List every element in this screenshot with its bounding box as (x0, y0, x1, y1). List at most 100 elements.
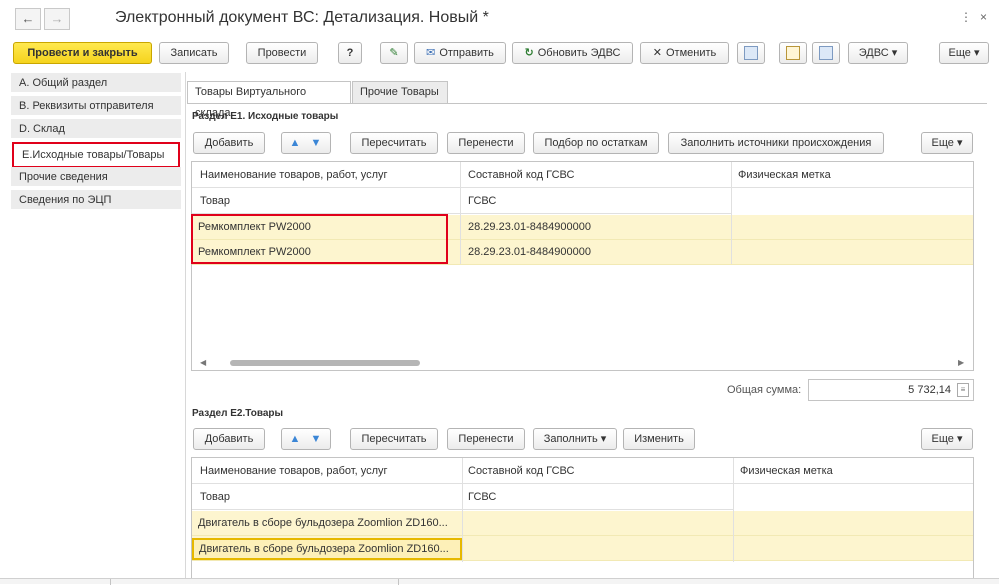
e1-move-button[interactable]: Перенести (447, 132, 525, 154)
scroll-thumb[interactable] (230, 360, 420, 366)
send-label: Отправить (439, 47, 494, 59)
e2-add-button[interactable]: Добавить (193, 428, 265, 450)
edit-button[interactable]: ✎ (380, 42, 408, 64)
send-button[interactable]: ✉ Отправить (414, 42, 506, 64)
sidebar-item-warehouse[interactable]: D. Склад (11, 119, 181, 139)
e1-add-button[interactable]: Добавить (193, 132, 265, 154)
print-button[interactable] (737, 42, 765, 64)
e2-subheader-row: Товар ГСВС (192, 484, 734, 510)
e2-move-button[interactable]: Перенести (447, 428, 525, 450)
e1-col-name[interactable]: Наименование товаров, работ, услуг (200, 169, 388, 181)
more-menu-icon[interactable]: ⋮ (960, 10, 972, 24)
e2-more-label: Еще (931, 433, 954, 445)
e1-col-divider (731, 162, 732, 264)
sidebar-item-other-info[interactable]: Прочие сведения (11, 167, 181, 187)
page-title: Электронный документ ВС: Детализация. Но… (115, 9, 489, 26)
cancel-label: Отменить (665, 47, 717, 59)
chevron-down-icon: ▾ (956, 137, 963, 149)
chevron-down-icon: ▾ (600, 433, 607, 445)
sidebar-item-general[interactable]: А. Общий раздел (11, 73, 181, 93)
e2-fill-label: Заполнить (543, 433, 598, 445)
e1-header-row: Наименование товаров, работ, услуг Соста… (192, 162, 973, 188)
e1-move-arrows: ▲ ▼ (281, 132, 331, 154)
e1-col-mark[interactable]: Физическая метка (738, 169, 831, 181)
e2-more-button[interactable]: Еще ▾ (921, 428, 973, 450)
sidebar-item-sender[interactable]: B. Реквизиты отправителя (11, 96, 181, 116)
back-button[interactable]: ← (15, 8, 41, 30)
tab-divider (187, 103, 987, 104)
tab-virtual-warehouse[interactable]: Товары Виртуального склада (187, 81, 351, 119)
scroll-left-icon[interactable]: ◀ (200, 358, 206, 367)
selected-cell[interactable]: Двигатель в сборе бульдозера Zoomlion ZD… (192, 538, 462, 560)
help-button[interactable]: ? (338, 42, 362, 64)
refresh-label: Обновить ЭДВС (537, 47, 621, 59)
chevron-down-icon: ▾ (891, 47, 898, 59)
cancel-button[interactable]: ✕ Отменить (640, 42, 729, 64)
refresh-edvs-button[interactable]: ↻ Обновить ЭДВС (512, 42, 633, 64)
refresh-icon: ↻ (524, 47, 534, 59)
report-button[interactable] (812, 42, 840, 64)
e2-change-button[interactable]: Изменить (623, 428, 695, 450)
status-divider (398, 579, 399, 585)
sort-button[interactable] (779, 42, 807, 64)
table-row[interactable]: Двигатель в сборе бульдозера Zoomlion ZD… (192, 511, 973, 536)
e2-col-code[interactable]: Составной код ГСВС (468, 465, 574, 477)
arrow-down-icon[interactable]: ▼ (310, 137, 322, 149)
pencil-icon: ✎ (389, 47, 399, 59)
scroll-right-icon[interactable]: ▶ (958, 358, 964, 367)
e1-col-code[interactable]: Составной код ГСВС (468, 169, 574, 181)
e1-recalc-button[interactable]: Пересчитать (350, 132, 438, 154)
e1-table: Наименование товаров, работ, услуг Соста… (191, 161, 974, 371)
report-icon (819, 46, 833, 61)
forward-button[interactable]: → (44, 8, 70, 30)
more-button[interactable]: Еще ▾ (939, 42, 989, 64)
e2-subcol-goods: Товар (200, 491, 230, 503)
close-icon[interactable]: × (980, 10, 987, 24)
e2-row1-name: Двигатель в сборе бульдозера Zoomlion ZD… (198, 517, 448, 529)
more-label: Еще (948, 47, 971, 59)
highlight-box (191, 214, 448, 264)
e2-header-row: Наименование товаров, работ, услуг Соста… (192, 458, 973, 484)
e1-more-label: Еще (931, 137, 954, 149)
total-value: 5 732,14 (908, 384, 951, 396)
edvs-label: ЭДВС (858, 47, 889, 59)
tab-other-goods[interactable]: Прочие Товары (352, 81, 448, 103)
e1-subcol-goods: Товар (200, 195, 230, 207)
post-and-close-button[interactable]: Провести и закрыть (13, 42, 152, 64)
status-bar (0, 578, 999, 585)
e1-fill-sources-button[interactable]: Заполнить источники происхождения (668, 132, 884, 154)
title-bar: ← → Электронный документ ВС: Детализация… (0, 0, 999, 40)
edvs-dropdown[interactable]: ЭДВС ▾ (848, 42, 908, 64)
sidebar-item-signature-info[interactable]: Сведения по ЭЦП (11, 190, 181, 210)
e2-subcol-gsvs: ГСВС (468, 491, 497, 503)
e2-fill-dropdown[interactable]: Заполнить ▾ (533, 428, 617, 450)
e1-hscrollbar[interactable]: ◀ ▶ (192, 358, 973, 368)
e1-pick-button[interactable]: Подбор по остаткам (533, 132, 659, 154)
post-button[interactable]: Провести (246, 42, 318, 64)
sort-az-icon (786, 46, 800, 61)
e2-move-arrows: ▲ ▼ (281, 428, 331, 450)
e2-col-divider (462, 458, 463, 562)
arrow-up-icon[interactable]: ▲ (289, 137, 301, 149)
arrow-right-icon: → (50, 11, 64, 26)
save-button[interactable]: Записать (159, 42, 229, 64)
arrow-left-icon: ← (21, 11, 35, 26)
e2-recalc-button[interactable]: Пересчитать (350, 428, 438, 450)
arrow-up-icon[interactable]: ▲ (289, 433, 301, 445)
section-e2-title: Раздел Е2.Товары (192, 408, 284, 419)
status-divider (110, 579, 111, 585)
calculator-icon[interactable]: ≡ (957, 383, 969, 397)
chevron-down-icon: ▾ (956, 433, 963, 445)
e2-row2-name: Двигатель в сборе бульдозера Zoomlion ZD… (199, 543, 449, 555)
section-e1-title: Раздел Е1. Исходные товары (192, 111, 339, 122)
table-row[interactable]: Двигатель в сборе бульдозера Zoomlion ZD… (192, 536, 973, 561)
e1-more-button[interactable]: Еще ▾ (921, 132, 973, 154)
send-icon: ✉ (426, 47, 436, 59)
e1-subheader-row: Товар ГСВС (192, 188, 732, 214)
arrow-down-icon[interactable]: ▼ (310, 433, 322, 445)
sidebar-item-source-goods[interactable]: E.Исходные товары/Товары (12, 142, 180, 168)
total-field: 5 732,14 ≡ (808, 379, 974, 401)
total-label: Общая сумма: (727, 384, 802, 396)
e2-col-mark[interactable]: Физическая метка (740, 465, 833, 477)
e2-col-name[interactable]: Наименование товаров, работ, услуг (200, 465, 388, 477)
